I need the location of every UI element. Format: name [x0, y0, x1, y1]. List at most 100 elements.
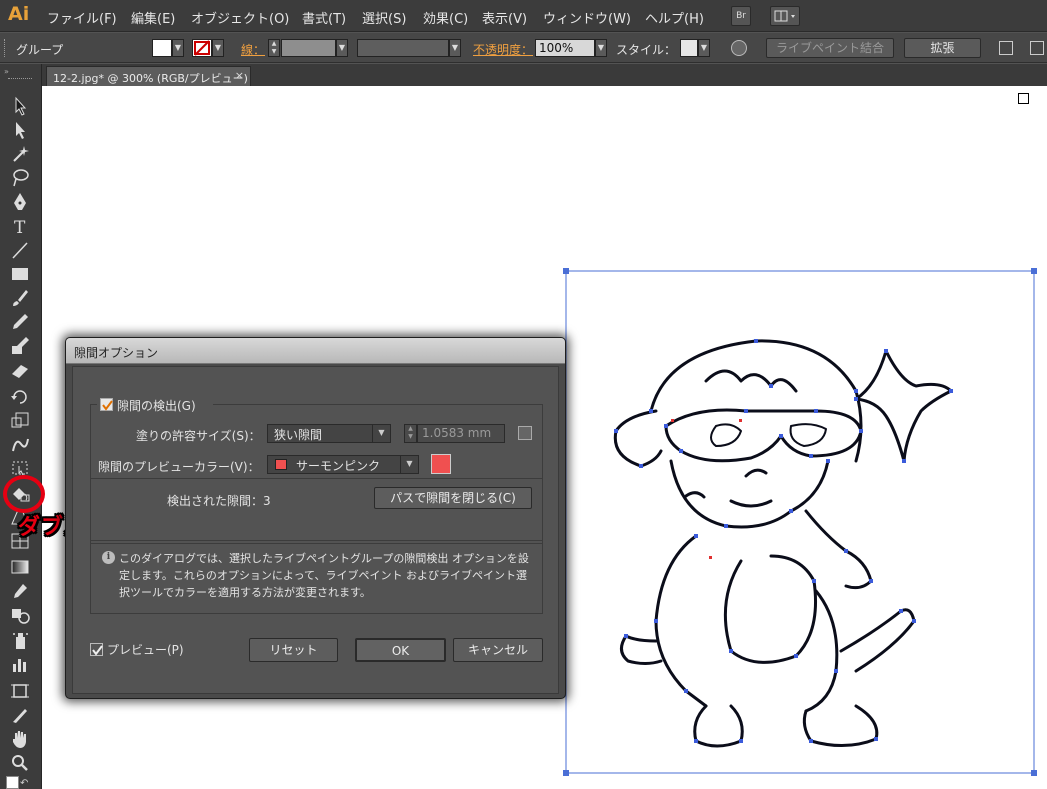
pen-tool[interactable] — [8, 191, 32, 213]
pencil-icon — [13, 314, 28, 329]
pencil-tool[interactable] — [8, 311, 32, 333]
livepaint-merge-button[interactable]: ライブペイント結合 — [766, 38, 894, 58]
zoom-tool[interactable] — [8, 752, 32, 774]
collapse-icon[interactable]: » — [4, 67, 9, 76]
rectangle-tool[interactable] — [8, 263, 32, 285]
preview-checkbox[interactable] — [90, 643, 103, 656]
arrange-documents-button[interactable] — [770, 6, 800, 26]
gap-markers — [671, 419, 742, 559]
cancel-button[interactable]: キャンセル — [453, 638, 543, 662]
anchor-points — [614, 339, 953, 743]
blend-tool[interactable] — [8, 604, 32, 626]
opacity-label[interactable]: 不透明度： — [473, 41, 533, 58]
gap-options-dialog: 隙間オプション 隙間の検出(G) 塗りの許容サイズ(S)： 狭い隙間 ▼ ▲ ▼ … — [65, 337, 566, 699]
menu-file[interactable]: ファイル(F) — [47, 8, 117, 27]
magic-wand-tool[interactable] — [8, 143, 32, 165]
hand-tool[interactable] — [8, 728, 32, 750]
lasso-icon — [13, 169, 29, 187]
recolor-artwork-icon[interactable] — [731, 40, 747, 56]
artboard-icon — [11, 684, 29, 698]
chevron-down-icon: ▼ — [400, 456, 418, 473]
graphic-style-dropdown[interactable]: ▼ — [698, 39, 710, 57]
knife-icon — [13, 709, 27, 723]
annotation-highlight-circle — [3, 475, 45, 513]
selection-tool[interactable] — [8, 95, 32, 117]
graphic-style-swatch[interactable] — [680, 39, 698, 57]
stroke-weight-field[interactable] — [281, 39, 336, 57]
stroke-weight-dropdown[interactable]: ▼ — [336, 39, 348, 57]
fill-color-swatch[interactable] — [6, 776, 19, 789]
hand-icon — [13, 731, 26, 748]
column-graph-tool[interactable] — [8, 654, 32, 676]
document-setup-icon[interactable] — [999, 41, 1013, 55]
variable-width-profile[interactable] — [357, 39, 449, 57]
gap-detection-label[interactable]: 隙間の検出(G) — [117, 397, 196, 414]
brush-icon — [13, 290, 28, 306]
paintbrush-tool[interactable] — [8, 287, 32, 309]
menu-effect[interactable]: 効果(C) — [423, 8, 468, 27]
preview-label[interactable]: プレビュー(P) — [107, 641, 184, 658]
opacity-dropdown[interactable]: ▼ — [595, 39, 607, 57]
preferences-icon[interactable] — [1030, 41, 1044, 55]
rotate-icon — [11, 390, 27, 404]
stroke-swatch[interactable] — [192, 39, 212, 57]
chevron-down-icon: ▼ — [372, 425, 390, 442]
gap-detection-checkbox[interactable] — [100, 398, 113, 411]
menu-select[interactable]: 選択(S) — [362, 8, 406, 27]
fill-tolerance-label: 塗りの許容サイズ(S)： — [136, 429, 261, 443]
direct-selection-tool[interactable] — [8, 119, 32, 141]
profile-dropdown[interactable]: ▼ — [449, 39, 461, 57]
slice-tool[interactable] — [8, 704, 32, 726]
document-tab[interactable]: 12-2.jpg* @ 300% (RGB/プレビュー) × — [46, 66, 251, 86]
fill-dropdown[interactable]: ▼ — [172, 39, 184, 57]
scale-tool[interactable] — [8, 409, 32, 431]
size-field[interactable]: 1.0583 mm — [417, 424, 505, 443]
opacity-field[interactable]: 100% — [535, 39, 595, 57]
warp-tool[interactable] — [8, 433, 32, 455]
dialog-title: 隙間オプション — [74, 346, 159, 360]
color-chip — [275, 459, 287, 470]
fill-tolerance-dropdown[interactable]: 狭い隙間 ▼ — [267, 424, 391, 443]
document-tab-bar: 12-2.jpg* @ 300% (RGB/プレビュー) × — [42, 64, 1047, 86]
menu-view[interactable]: 表示(V) — [482, 8, 527, 27]
menu-type[interactable]: 書式(T) — [302, 8, 346, 27]
fill-swatch[interactable] — [152, 39, 172, 57]
menu-window[interactable]: ウィンドウ(W) — [543, 8, 631, 27]
monkey-artwork[interactable] — [556, 261, 1047, 781]
symbol-sprayer-tool[interactable] — [8, 630, 32, 652]
artboard-tool[interactable] — [8, 680, 32, 702]
detected-gaps-label: 検出された隙間：3 — [167, 494, 271, 508]
eyedropper-tool[interactable] — [8, 580, 32, 602]
line-tool[interactable] — [8, 239, 32, 261]
preview-color-dropdown[interactable]: サーモンピンク ▼ — [267, 455, 419, 474]
warp-icon — [12, 438, 29, 452]
type-tool[interactable]: T — [8, 215, 32, 238]
blob-brush-tool[interactable] — [8, 335, 32, 357]
expand-button[interactable]: 拡張 — [904, 38, 981, 58]
menu-edit[interactable]: 編集(E) — [131, 8, 175, 27]
artboard-corner-marker — [1018, 93, 1029, 104]
size-stepper[interactable]: ▲ ▼ — [404, 424, 417, 443]
close-icon[interactable]: × — [235, 69, 244, 82]
swap-colors-icon[interactable]: ↶ — [20, 778, 28, 789]
ok-button[interactable]: OK — [355, 638, 446, 662]
tools-panel: » T ↶ — [0, 64, 42, 789]
bridge-button[interactable]: Br — [731, 6, 751, 26]
close-gaps-with-paths-button[interactable]: パスで隙間を閉じる(C) — [374, 487, 532, 509]
eraser-tool[interactable] — [8, 359, 32, 381]
grip-handle[interactable] — [8, 78, 32, 81]
no-stroke-icon — [194, 40, 210, 56]
gradient-tool[interactable] — [8, 556, 32, 578]
lasso-tool[interactable] — [8, 167, 32, 189]
dialog-titlebar[interactable]: 隙間オプション — [66, 338, 565, 364]
rotate-tool[interactable] — [8, 385, 32, 407]
reset-button[interactable]: リセット — [249, 638, 338, 662]
stroke-dropdown[interactable]: ▼ — [212, 39, 224, 57]
menu-help[interactable]: ヘルプ(H) — [645, 8, 704, 27]
menu-object[interactable]: オブジェクト(O) — [191, 8, 289, 27]
custom-size-toggle[interactable] — [518, 426, 532, 440]
grip-handle[interactable] — [4, 39, 7, 57]
preview-color-swatch[interactable] — [431, 454, 451, 474]
stroke-weight-stepper[interactable]: ▲ ▼ — [268, 39, 280, 57]
stroke-label[interactable]: 線： — [241, 41, 265, 58]
